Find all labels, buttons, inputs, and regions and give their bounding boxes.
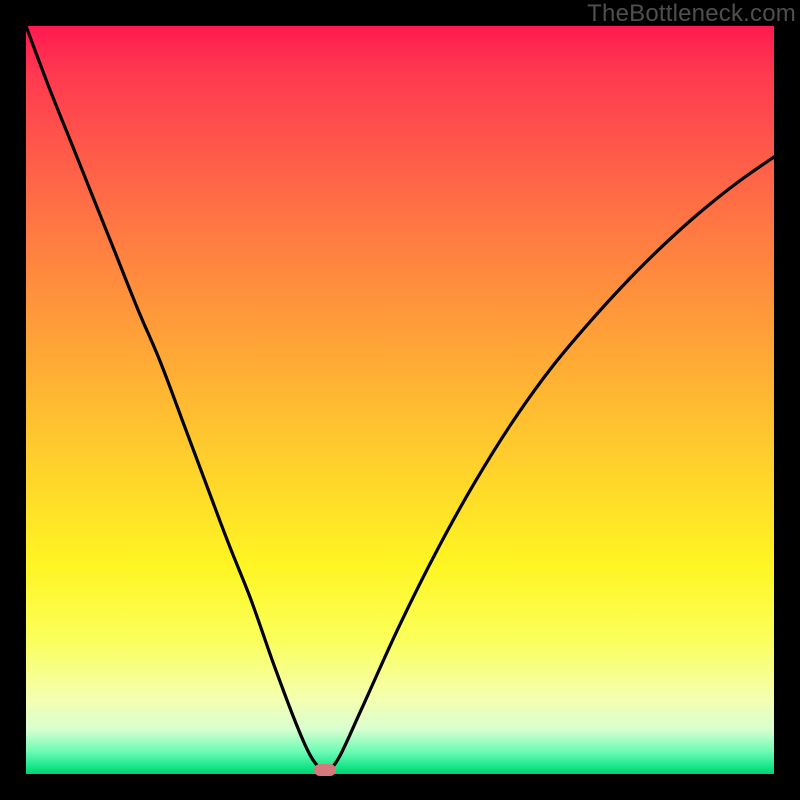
curve-min-marker bbox=[314, 764, 336, 776]
watermark-text: TheBottleneck.com bbox=[587, 0, 796, 28]
plot-area bbox=[26, 26, 774, 774]
chart-frame bbox=[18, 18, 782, 782]
bottleneck-curve bbox=[26, 26, 774, 774]
